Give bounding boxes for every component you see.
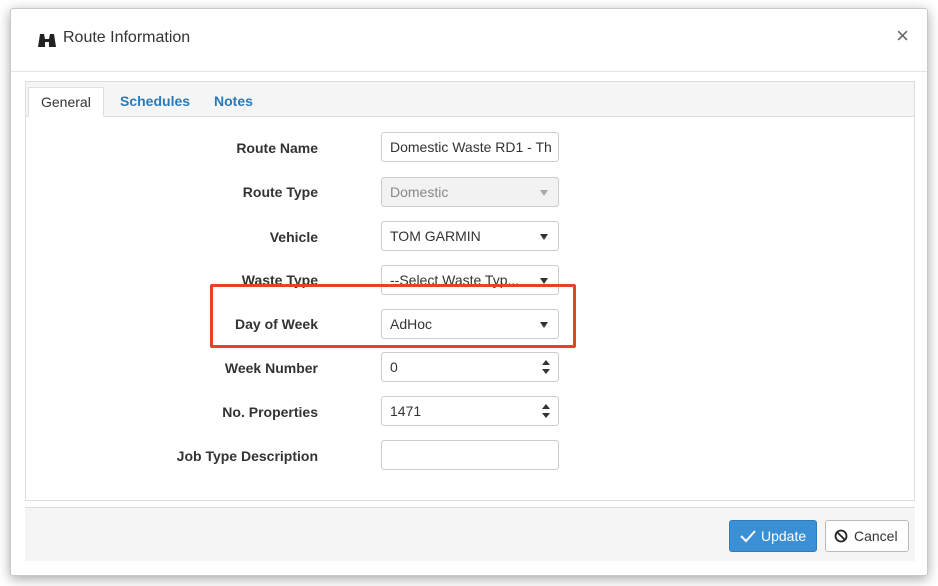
vehicle-label: Vehicle	[269, 229, 318, 245]
no-properties-label: No. Properties	[222, 404, 318, 420]
week-number-value: 0	[390, 359, 398, 375]
route-name-input[interactable]: Domestic Waste RD1 - Th	[381, 132, 559, 162]
route-name-value: Domestic Waste RD1 - Th	[390, 139, 552, 155]
week-number-label: Week Number	[224, 360, 318, 376]
cancel-button[interactable]: Cancel	[825, 520, 909, 552]
chevron-down-icon	[540, 234, 548, 240]
tab-schedules[interactable]: Schedules	[108, 87, 202, 116]
route-type-label: Route Type	[242, 184, 318, 200]
route-type-select: Domestic	[381, 177, 559, 207]
arrow-down-icon[interactable]	[542, 413, 550, 418]
no-properties-value: 1471	[390, 403, 422, 419]
update-label: Update	[761, 528, 807, 544]
job-type-description-input[interactable]	[381, 440, 559, 470]
checkmark-icon	[740, 530, 756, 543]
route-name-label: Route Name	[236, 140, 318, 156]
dialog-header: Route Information ×	[11, 9, 927, 72]
arrow-up-icon[interactable]	[542, 360, 550, 365]
arrow-down-icon[interactable]	[542, 369, 550, 374]
tab-strip: General Schedules Notes	[26, 82, 914, 117]
close-button[interactable]: ×	[896, 25, 909, 47]
vehicle-value: TOM GARMIN	[390, 228, 481, 244]
route-type-value: Domestic	[390, 184, 449, 200]
prohibited-icon	[834, 529, 848, 543]
tab-notes[interactable]: Notes	[202, 87, 265, 116]
number-spinner[interactable]	[534, 397, 558, 425]
vehicle-select[interactable]: TOM GARMIN	[381, 221, 559, 251]
week-number-input[interactable]: 0	[381, 352, 559, 382]
highlight-box	[210, 284, 576, 348]
update-button[interactable]: Update	[729, 520, 817, 552]
binoculars-icon	[37, 30, 57, 50]
arrow-up-icon[interactable]	[542, 404, 550, 409]
tab-general[interactable]: General	[28, 87, 104, 117]
number-spinner[interactable]	[534, 353, 558, 381]
route-information-dialog: Route Information × General Schedules No…	[10, 8, 928, 576]
job-type-description-label: Job Type Description	[176, 448, 318, 464]
cancel-label: Cancel	[854, 528, 898, 544]
no-properties-input[interactable]: 1471	[381, 396, 559, 426]
dialog-title: Route Information	[63, 29, 191, 46]
dialog-footer: Update Cancel	[25, 507, 915, 561]
chevron-down-icon	[540, 190, 548, 196]
